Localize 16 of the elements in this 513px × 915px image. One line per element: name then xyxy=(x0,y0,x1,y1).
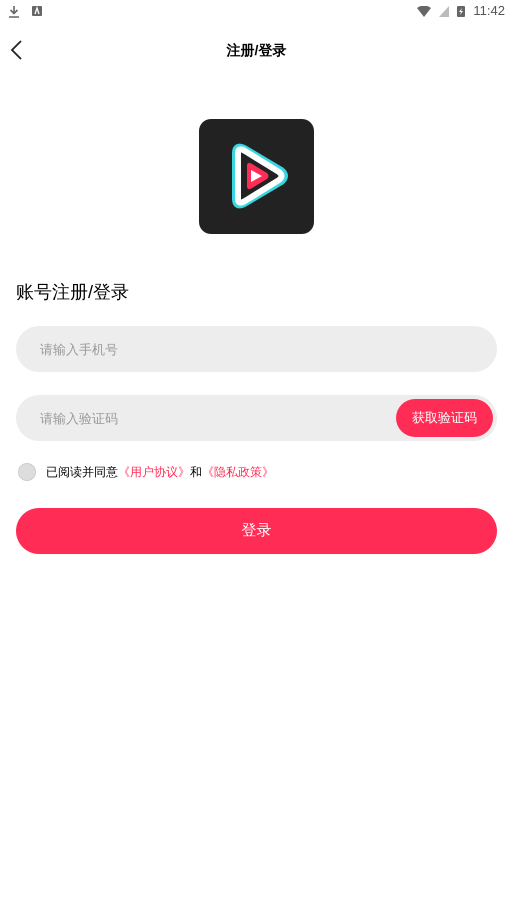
phone-field[interactable]: 请输入手机号 xyxy=(16,326,497,372)
agreement-checkbox[interactable] xyxy=(18,463,36,481)
agreement-text: 已阅读并同意《用户协议》和《隐私政策》 xyxy=(46,464,274,481)
login-button[interactable]: 登录 xyxy=(16,508,497,554)
page-title: 注册/登录 xyxy=(226,40,286,60)
notification-icon xyxy=(32,6,42,16)
download-icon xyxy=(8,4,20,18)
wifi-icon xyxy=(417,6,432,16)
get-code-button[interactable]: 获取验证码 xyxy=(396,399,493,437)
battery-icon xyxy=(457,5,466,17)
signal-icon xyxy=(439,6,450,16)
status-time: 11:42 xyxy=(473,2,505,20)
back-icon xyxy=(10,40,22,60)
form-heading: 账号注册/登录 xyxy=(16,281,130,304)
privacy-policy-link[interactable]: 《隐私政策》 xyxy=(202,465,274,479)
user-agreement-link[interactable]: 《用户协议》 xyxy=(118,465,190,479)
